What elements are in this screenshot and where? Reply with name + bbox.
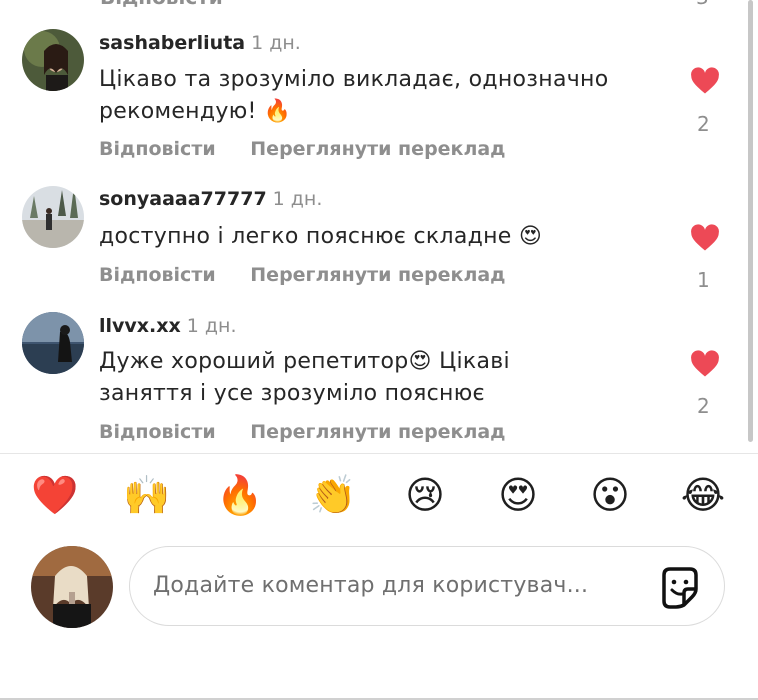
comment-time: 1 дн.	[272, 188, 323, 210]
current-user-avatar	[31, 546, 113, 628]
heart-icon[interactable]	[690, 224, 720, 252]
like-count: 2	[697, 394, 710, 418]
heart-eyes-emoji-button[interactable]: 😍	[493, 470, 543, 520]
translate-button[interactable]: Переглянути переклад	[250, 421, 505, 443]
like-count: 2	[697, 112, 710, 136]
comment-actions: Відповісти Переглянути переклад	[99, 264, 534, 286]
comment-input[interactable]: Додайте коментар для користувач...	[129, 546, 725, 626]
comment-username[interactable]: sashaberliuta 1 дн.	[99, 32, 301, 54]
avatar[interactable]	[22, 312, 84, 374]
red-heart-emoji-button[interactable]: ❤️	[30, 470, 80, 520]
fire-emoji-button[interactable]: 🔥	[215, 470, 265, 520]
comment-time: 1 дн.	[251, 32, 301, 54]
heart-icon[interactable]	[690, 67, 720, 95]
scrollbar[interactable]	[748, 0, 753, 442]
comment-actions: Відповісти Переглянути переклад	[99, 421, 534, 443]
comment-username[interactable]: sonyaaaa77777 1 дн.	[99, 188, 322, 210]
reply-button[interactable]: Відповісти	[99, 421, 216, 443]
comment-text: Цікаво та зрозуміло викладає, однозначно…	[99, 67, 609, 124]
comment-actions: Відповісти Переглянути переклад	[99, 138, 534, 160]
avatar[interactable]	[22, 29, 84, 91]
like-count: 1	[697, 268, 710, 292]
sticker-icon[interactable]	[658, 565, 702, 609]
translate-button[interactable]: Переглянути переклад	[250, 264, 505, 286]
surprised-face-emoji-button[interactable]: 😮	[585, 470, 635, 520]
tears-of-joy-emoji-button[interactable]: 😂	[678, 470, 728, 520]
clapping-hands-emoji-button[interactable]: 👏	[308, 470, 358, 520]
heart-icon[interactable]	[690, 350, 720, 378]
comment-input-placeholder: Додайте коментар для користувач...	[153, 573, 589, 598]
comment-username[interactable]: llvvx.xx 1 дн.	[99, 315, 237, 337]
comment-text: Дуже хороший репетитор😍 Цікаві заняття і…	[99, 349, 510, 406]
partial-reply-label[interactable]: Відповісти	[100, 0, 223, 9]
translate-button[interactable]: Переглянути переклад	[250, 138, 505, 160]
raised-hands-emoji-button[interactable]: 🙌	[122, 470, 172, 520]
comment-text: доступно і легко пояснює складне 😍	[99, 224, 543, 249]
divider	[0, 453, 758, 454]
emoji-reaction-bar: ❤️ 🙌 🔥 👏 😢 😍 😮 😂	[0, 470, 758, 522]
comment-time: 1 дн.	[186, 315, 237, 337]
crying-face-emoji-button[interactable]: 😢	[400, 470, 450, 520]
reply-button[interactable]: Відповісти	[99, 138, 216, 160]
partial-like-count: 3	[696, 0, 709, 9]
reply-button[interactable]: Відповісти	[99, 264, 216, 286]
avatar[interactable]	[22, 186, 84, 248]
